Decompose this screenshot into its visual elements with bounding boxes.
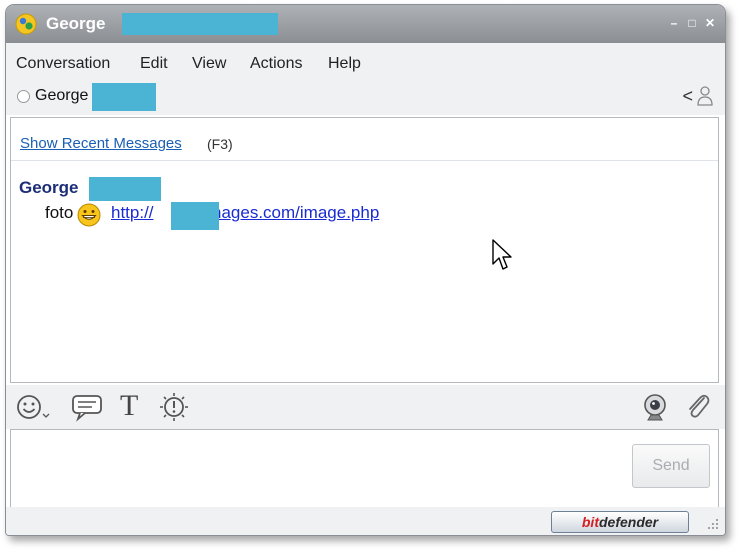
window-title: George <box>46 14 106 33</box>
contact-name[interactable]: George <box>35 87 88 105</box>
bitdefender-badge[interactable]: bit defender <box>551 511 689 533</box>
message-sender: George <box>19 178 79 197</box>
window-controls: – □ ✕ <box>667 16 717 30</box>
redaction-block <box>122 13 278 35</box>
maximize-button[interactable]: □ <box>685 16 699 30</box>
show-recent-messages-link[interactable]: Show Recent Messages <box>20 135 182 152</box>
menu-view[interactable]: View <box>192 55 226 73</box>
menu-help[interactable]: Help <box>328 55 361 73</box>
title-bar[interactable]: George – □ ✕ <box>6 5 725 43</box>
close-button[interactable]: ✕ <box>703 16 717 30</box>
message-input-area: Send <box>10 429 719 509</box>
menu-conversation[interactable]: Conversation <box>16 55 110 73</box>
redaction-block <box>171 202 219 230</box>
status-indicator <box>17 90 30 103</box>
bitdefender-logo-left: bit <box>581 514 599 530</box>
emoticon-picker-icon[interactable] <box>15 392 51 422</box>
resize-grip-icon[interactable] <box>705 516 719 530</box>
minimize-button[interactable]: – <box>667 16 681 30</box>
webcam-icon[interactable] <box>640 392 670 422</box>
status-bar: bit defender <box>6 507 725 535</box>
recent-messages-shortcut: (F3) <box>207 136 233 152</box>
contact-card-icon[interactable] <box>697 85 713 107</box>
paperclip-icon[interactable] <box>684 392 712 422</box>
message-link[interactable]: http:// images.com/image.php <box>111 203 379 223</box>
menu-edit[interactable]: Edit <box>140 55 168 73</box>
collapse-panel-button[interactable]: < <box>682 86 693 107</box>
nudge-icon[interactable] <box>157 392 191 422</box>
message-link-prefix: http:// <box>111 203 154 222</box>
message-text: foto <box>45 203 74 222</box>
messenger-app-icon <box>15 13 37 35</box>
chat-window: George – □ ✕ Conversation Edit View Acti… <box>5 4 726 536</box>
conversation-history[interactable]: Show Recent Messages (F3) George foto ht… <box>10 117 719 383</box>
redaction-block <box>92 83 156 111</box>
redaction-block <box>89 177 161 201</box>
mouse-pointer-icon <box>492 239 512 270</box>
bitdefender-logo-right: defender <box>598 514 659 530</box>
recent-messages-row: Show Recent Messages (F3) <box>11 118 718 161</box>
speech-bubble-icon[interactable] <box>70 392 104 422</box>
contact-bar: George < <box>6 81 725 115</box>
send-button[interactable]: Send <box>632 444 710 488</box>
message-input[interactable] <box>17 436 618 502</box>
text-format-icon[interactable]: T <box>120 389 138 423</box>
menu-actions[interactable]: Actions <box>250 55 302 73</box>
grinning-emoticon-icon <box>77 203 101 227</box>
message-link-suffix: images.com/image.php <box>203 203 380 222</box>
format-toolbar: T <box>6 385 725 429</box>
